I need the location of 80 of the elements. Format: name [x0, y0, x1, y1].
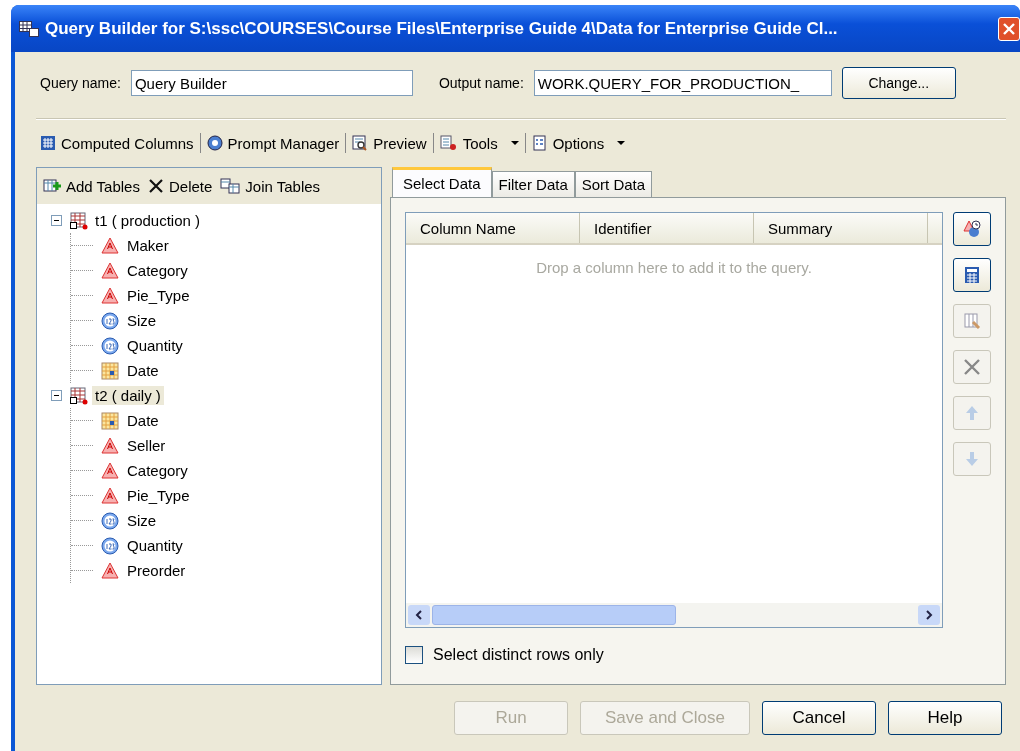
character-column-icon: [101, 561, 119, 580]
calc-button[interactable]: [953, 258, 991, 292]
column-node[interactable]: Category: [127, 262, 188, 279]
edit-column-icon: [962, 311, 982, 331]
calculator-icon: [40, 135, 56, 151]
column-header[interactable]: Summary: [754, 213, 928, 243]
delete-icon: [962, 357, 982, 377]
column-node[interactable]: Seller: [127, 437, 166, 454]
column-node[interactable]: Pie_Type: [127, 287, 190, 304]
character-column-icon: [101, 461, 119, 480]
delete-icon: [147, 178, 164, 194]
character-column-icon: [101, 261, 119, 280]
toolbar-preview-button[interactable]: Preview: [348, 130, 431, 156]
table-icon: [70, 386, 88, 405]
column-node[interactable]: Date: [127, 412, 159, 429]
output-name-label: Output name:: [438, 75, 524, 91]
column-node[interactable]: Quantity: [127, 337, 183, 354]
character-column-icon: [101, 286, 119, 305]
scroll-right-button[interactable]: [918, 605, 940, 625]
caret-icon: [617, 140, 626, 146]
add-table-icon: [43, 178, 61, 194]
distinct-checkbox-label[interactable]: Select distinct rows only: [433, 646, 604, 664]
distinct-checkbox[interactable]: [405, 646, 423, 664]
toolbar-options-button[interactable]: Options: [527, 130, 630, 156]
output-name-field[interactable]: WORK.QUERY_FOR_PRODUCTION_: [533, 70, 832, 96]
table-node[interactable]: t1 ( production ): [92, 211, 204, 230]
date-column-icon: [101, 361, 119, 380]
scroll-left-button[interactable]: [408, 605, 430, 625]
column-node[interactable]: Category: [127, 462, 188, 479]
chevron-right-icon: [925, 610, 933, 620]
toolbar-tools-button[interactable]: Tools: [435, 130, 523, 156]
column-node[interactable]: Size: [127, 312, 157, 329]
preview-icon: [352, 135, 369, 151]
query-name-label: Query name:: [40, 75, 121, 91]
join-tables-button[interactable]: Join Tables: [216, 173, 325, 199]
properties-button[interactable]: [953, 212, 991, 246]
table-node[interactable]: t2 ( daily ): [92, 386, 164, 405]
column-node[interactable]: Preorder: [127, 562, 186, 579]
character-column-icon: [101, 236, 119, 255]
collapse-icon[interactable]: [51, 215, 62, 226]
numeric-column-icon: [101, 336, 119, 355]
table-icon: [70, 211, 88, 230]
tab[interactable]: Select Data: [392, 167, 492, 197]
numeric-column-icon: [101, 511, 119, 530]
close-icon: [1003, 22, 1015, 35]
column-node[interactable]: Pie_Type: [127, 487, 190, 504]
scrollbar-thumb[interactable]: [432, 605, 676, 625]
numeric-column-icon: [101, 536, 119, 555]
numeric-column-icon: [101, 311, 119, 330]
caret-icon: [510, 140, 519, 146]
toolbar-calc-button[interactable]: Computed Columns: [36, 130, 198, 156]
grid-icon: [19, 20, 39, 37]
column-node[interactable]: Quantity: [127, 537, 183, 554]
horizontal-scrollbar[interactable]: [406, 603, 942, 627]
window-title: Query Builder for S:\ssc\COURSES\Course Files\Enterprise Guide 4\Data for Enterprise Guide Cl...: [45, 18, 839, 39]
tools-icon: [439, 135, 458, 151]
character-column-icon: [101, 486, 119, 505]
empty-grid-message: Drop a column here to add it to the query.: [536, 259, 812, 278]
add-tables-button[interactable]: Add Tables: [39, 173, 144, 199]
tab[interactable]: Sort Data: [574, 171, 653, 197]
column-node[interactable]: Maker: [127, 237, 169, 254]
column-header[interactable]: Column Name: [406, 213, 580, 243]
column-header[interactable]: Identifier: [580, 213, 754, 243]
chevron-left-icon: [415, 610, 423, 620]
tab[interactable]: Filter Data: [491, 171, 575, 197]
toolbar-prompt-button[interactable]: Prompt Manager: [202, 130, 344, 156]
query-name-field[interactable]: Query Builder: [130, 70, 413, 96]
column-node[interactable]: Size: [127, 512, 157, 529]
collapse-icon[interactable]: [51, 390, 62, 401]
column-node[interactable]: Date: [127, 362, 159, 379]
change-button[interactable]: Change...: [841, 67, 956, 99]
calculator-icon: [962, 265, 982, 285]
date-column-icon: [101, 411, 119, 430]
close-button[interactable]: [998, 16, 1020, 41]
character-column-icon: [101, 436, 119, 455]
dialog-button[interactable]: Help: [888, 701, 1002, 735]
options-icon: [531, 135, 548, 151]
join-tables-icon: [220, 178, 241, 194]
dialog-button[interactable]: Cancel: [762, 701, 876, 735]
delete-tables-button[interactable]: Delete: [143, 173, 217, 199]
